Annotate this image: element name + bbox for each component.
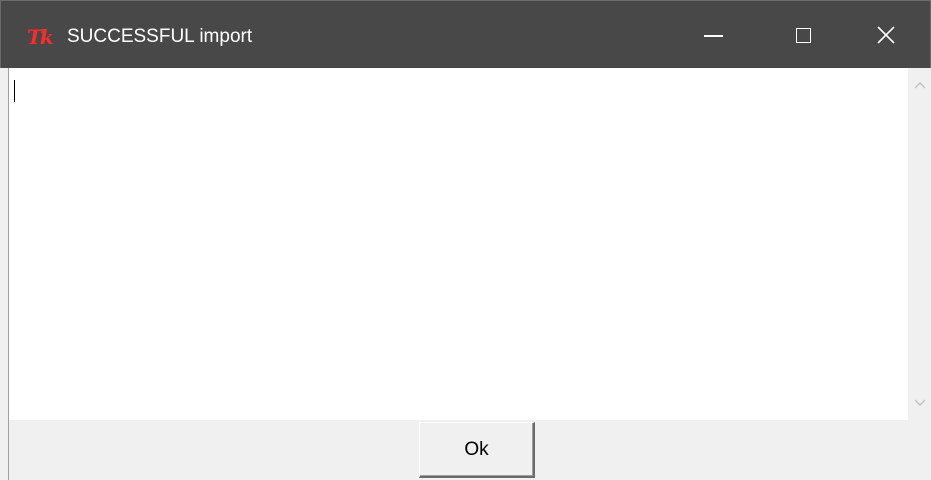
minimize-icon (703, 35, 723, 37)
scroll-down-arrow-icon (914, 399, 925, 406)
tk-feather-icon: Tk (27, 25, 54, 49)
text-caret (14, 80, 15, 102)
vertical-scrollbar[interactable] (908, 68, 931, 420)
maximize-icon (795, 27, 811, 43)
text-area-frame (8, 68, 931, 420)
scroll-up-arrow-icon (914, 82, 925, 89)
title-bar[interactable]: Tk SUCCESSFUL import (0, 0, 931, 68)
maximize-button[interactable] (758, 2, 848, 68)
frame-edge (8, 420, 9, 480)
close-icon (877, 26, 895, 44)
scroll-up-button[interactable] (908, 68, 931, 102)
message-text-area[interactable] (9, 68, 909, 420)
close-button[interactable] (841, 2, 931, 68)
ok-button[interactable]: Ok (419, 422, 535, 478)
button-bar: Ok (0, 420, 931, 480)
dialog-window: Tk SUCCESSFUL import Ok (0, 0, 931, 480)
window-title: SUCCESSFUL import (67, 26, 253, 47)
scroll-down-button[interactable] (908, 386, 931, 420)
minimize-button[interactable] (668, 2, 758, 68)
